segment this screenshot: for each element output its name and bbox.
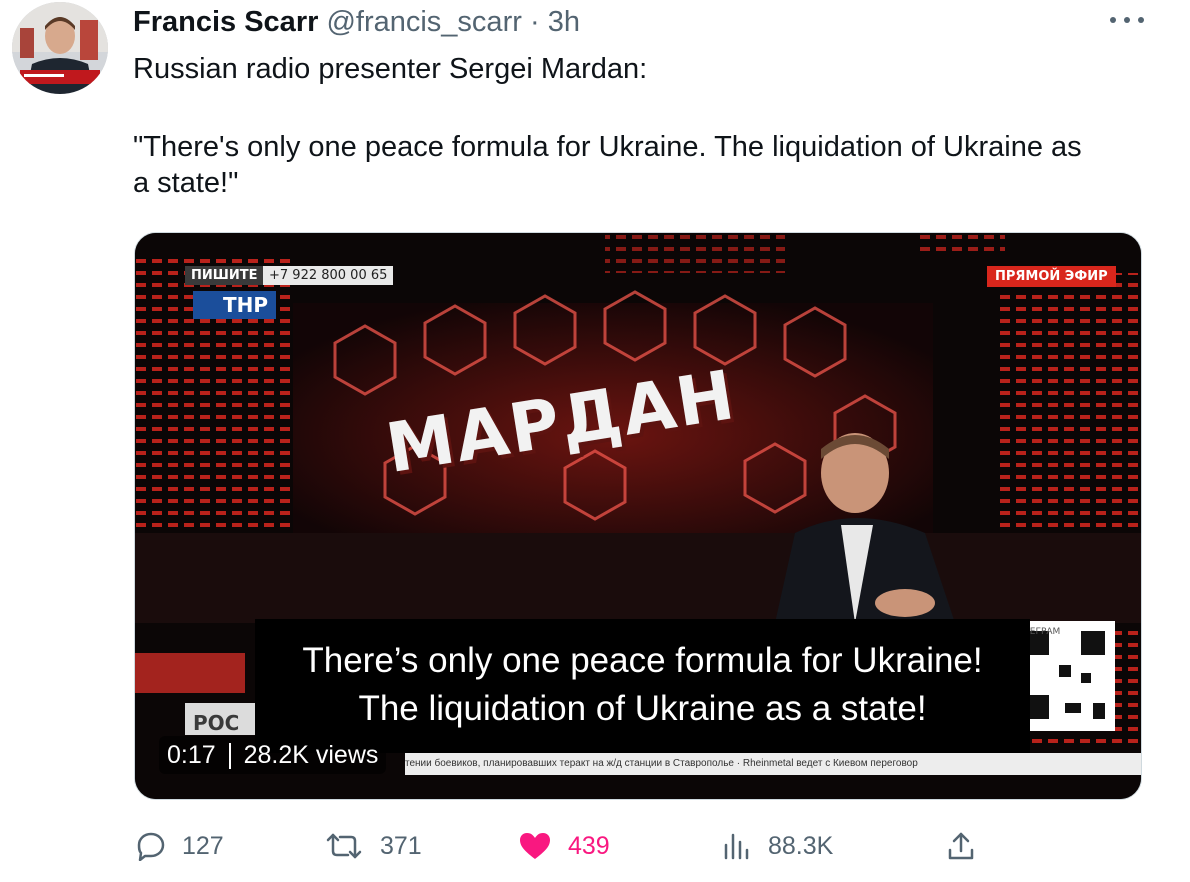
phone-number: +7 922 800 00 65	[263, 266, 394, 285]
action-bar: 127 371 439 88.3K	[0, 820, 1190, 872]
share-icon	[948, 832, 974, 860]
live-badge: ПРЯМОЙ ЭФИР	[987, 266, 1116, 287]
lower-left-label: РОС	[193, 711, 240, 735]
news-ticker: тении боевиков, планировавших теракт на …	[405, 753, 1141, 775]
analytics-icon	[724, 833, 749, 860]
separator: ·	[529, 6, 540, 38]
share-button[interactable]	[946, 828, 976, 864]
badge-divider	[228, 743, 231, 770]
tweet-text-line-1: Russian radio presenter Sergei Mardan:	[133, 53, 648, 85]
views-button[interactable]: 88.3K	[722, 828, 833, 864]
video-player[interactable]: ПИШИТЕ +7 922 800 00 65 THP ПРЯМОЙ ЭФИР …	[134, 232, 1142, 800]
avatar[interactable]	[12, 2, 108, 94]
subtitle-line-1: There’s only one peace formula for Ukrai…	[302, 641, 983, 680]
retweet-count: 371	[380, 831, 422, 860]
subtitle-box: There’s only one peace formula for Ukrai…	[255, 619, 1030, 753]
more-icon[interactable]	[1110, 8, 1144, 32]
author-name[interactable]: Francis Scarr	[133, 6, 318, 38]
author-handle[interactable]: @francis_scarr	[326, 6, 521, 38]
reply-button[interactable]: 127	[136, 828, 224, 864]
like-count: 439	[568, 831, 610, 860]
tweet-text-line-2: "There's only one peace formula for Ukra…	[133, 131, 1082, 163]
like-button[interactable]: 439	[518, 828, 610, 864]
heart-icon	[520, 833, 550, 859]
tweet-text-line-3: a state!"	[133, 167, 239, 199]
retweet-button[interactable]: 371	[324, 828, 422, 864]
retweet-icon	[326, 833, 362, 859]
tweet-header: Francis Scarr @francis_scarr · 3h	[133, 4, 580, 40]
reply-icon	[137, 832, 165, 861]
reply-count: 127	[182, 831, 224, 860]
timestamp[interactable]: 3h	[548, 6, 580, 38]
video-elapsed: 0:17	[167, 741, 216, 769]
video-time-badge: 0:17 28.2K views	[159, 736, 387, 774]
view-count: 88.3K	[768, 831, 834, 860]
video-views: 28.2K views	[243, 741, 379, 769]
subtitle-line-2: The liquidation of Ukraine as a state!	[358, 689, 927, 728]
channel-logo: THP	[193, 291, 277, 319]
write-label: ПИШИТЕ	[185, 266, 264, 285]
